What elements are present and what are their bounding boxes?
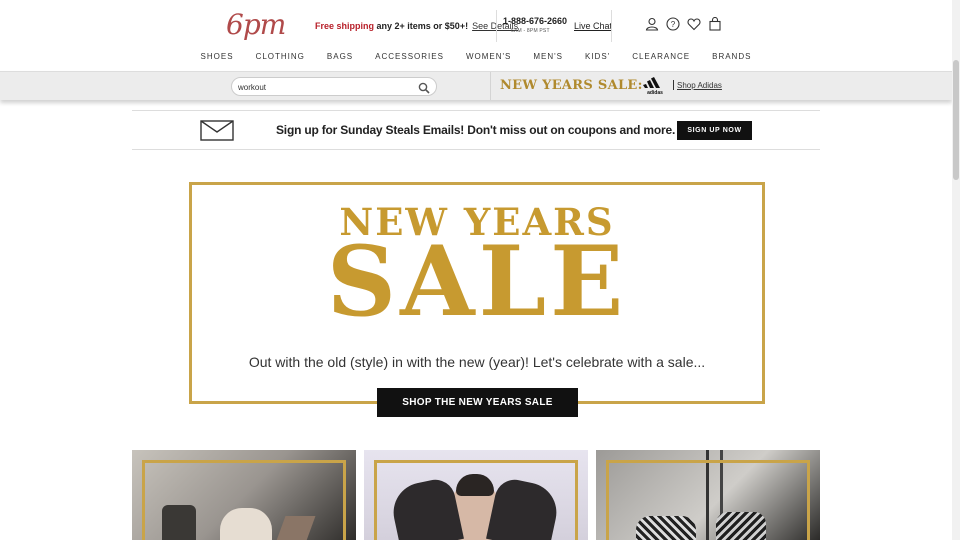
nav-shoes[interactable]: SHOES	[190, 52, 245, 61]
logo[interactable]: 6pm	[226, 8, 286, 41]
nav-clearance[interactable]: CLEARANCE	[621, 52, 701, 61]
envelope-icon	[200, 120, 234, 141]
heart-icon[interactable]	[687, 17, 701, 31]
tile-gold-frame	[374, 460, 578, 540]
hero-banner[interactable]: NEW YEARS SALE Out with the old (style) …	[189, 182, 765, 404]
promo-sale-text: NEW YEARS SALE:	[500, 78, 643, 93]
tile-gold-frame	[142, 460, 346, 540]
nav-brands[interactable]: BRANDS	[701, 52, 762, 61]
header-divider	[611, 10, 612, 42]
promo-separator	[673, 80, 674, 90]
shipping-promo: Free shipping any 2+ items or $50+! See D…	[315, 21, 518, 31]
email-signup-text: Sign up for Sunday Steals Emails! Don't …	[276, 123, 676, 137]
hero-title-line2: SALE	[326, 225, 628, 338]
shop-adidas-link[interactable]: Shop Adidas	[677, 81, 722, 90]
nav-kids[interactable]: KIDS'	[574, 52, 621, 61]
nav-clothing[interactable]: CLOTHING	[245, 52, 316, 61]
adidas-logo: adidas	[642, 75, 668, 96]
live-chat-link[interactable]: Live Chat	[574, 21, 612, 31]
shop-sale-button[interactable]: SHOP THE NEW YEARS SALE	[377, 388, 578, 417]
search-input[interactable]	[238, 81, 408, 93]
scrollbar-thumb[interactable]	[953, 60, 959, 180]
search-bar: NEW YEARS SALE: adidas Shop Adidas	[0, 71, 952, 100]
nav-mens[interactable]: MEN'S	[522, 52, 574, 61]
bag-icon[interactable]	[708, 16, 722, 31]
phone-number[interactable]: 1-888-676-2660	[503, 16, 567, 26]
shipping-condition: any 2+ items or $50+!	[374, 21, 469, 31]
sign-up-button[interactable]: SIGN UP NOW	[677, 121, 752, 140]
adidas-wordmark: adidas	[647, 90, 663, 95]
free-shipping-label: Free shipping	[315, 21, 375, 31]
category-tile[interactable]	[132, 450, 356, 540]
nav-womens[interactable]: WOMEN'S	[455, 52, 522, 61]
header-divider	[496, 10, 497, 42]
nav-bags[interactable]: BAGS	[316, 52, 364, 61]
page: 6pm Free shipping any 2+ items or $50+! S…	[0, 0, 960, 540]
search-icon[interactable]	[418, 81, 430, 94]
category-tile[interactable]	[364, 450, 588, 540]
email-signup-banner: Sign up for Sunday Steals Emails! Don't …	[132, 110, 820, 150]
nav-accessories[interactable]: ACCESSORIES	[364, 52, 455, 61]
category-tile[interactable]	[596, 450, 820, 540]
header-icons: ?	[645, 16, 722, 31]
hero-subtitle: Out with the old (style) in with the new…	[248, 354, 706, 370]
help-icon[interactable]: ?	[666, 17, 680, 31]
search-box	[231, 77, 437, 96]
scrollbar[interactable]	[952, 0, 960, 540]
svg-text:?: ?	[671, 20, 676, 29]
tile-gold-frame	[606, 460, 810, 540]
user-icon[interactable]	[645, 17, 659, 31]
main-nav: SHOES CLOTHING BAGS ACCESSORIES WOMEN'S …	[0, 52, 952, 61]
adidas-promo[interactable]: NEW YEARS SALE: adidas Shop Adidas	[490, 72, 952, 100]
support-hours: 6AM - 8PM PST	[511, 28, 550, 34]
site-header: 6pm Free shipping any 2+ items or $50+! S…	[0, 0, 952, 72]
